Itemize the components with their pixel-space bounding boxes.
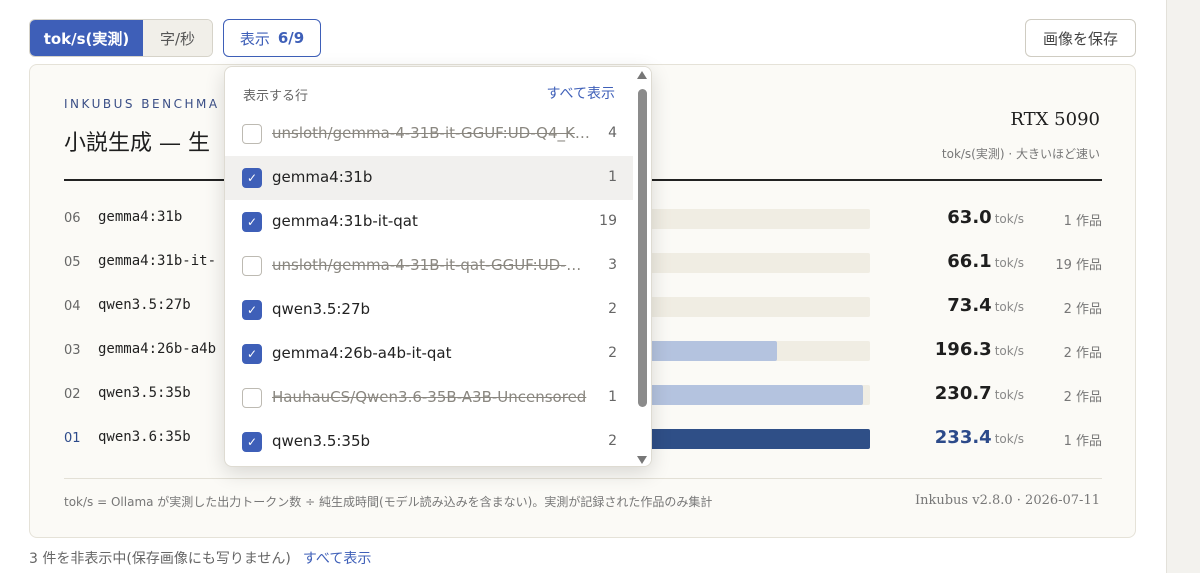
show-rows-button[interactable]: 表示 6/9 [223, 19, 321, 57]
speed-number: 233.4 [934, 427, 992, 448]
show-rows-label: 表示 [239, 29, 270, 48]
version-date: Inkubus v2.8.0 · 2026-07-11 [914, 493, 1100, 508]
row-checkbox[interactable]: ✓ [242, 300, 262, 320]
option-label: gemma4:31b [272, 168, 373, 186]
option-label: unsloth/gemma-4-31B-it-GGUF:UD-Q4_K_XL [272, 124, 592, 142]
footer-rule [64, 478, 1102, 479]
works-count: 1 作品 [1063, 434, 1102, 449]
rank-number: 03 [64, 343, 81, 358]
option-label: unsloth/gemma-4-31B-it-qat-GGUF:UD-Q4_K_… [272, 256, 592, 274]
speed-value: 233.4 tok/s [904, 427, 1024, 448]
gpu-label: RTX 5090 [1010, 109, 1100, 130]
option-count: 19 [599, 213, 617, 229]
row-checkbox[interactable] [242, 388, 262, 408]
unit-toggle: tok/s(実測) 字/秒 [29, 19, 213, 57]
scroll-up-arrow-icon[interactable] [637, 71, 647, 79]
option-count: 2 [608, 301, 617, 317]
option-count: 4 [608, 125, 617, 141]
scroll-down-arrow-icon[interactable] [637, 456, 647, 464]
unit-note: tok/s(実測) · 大きいほど速い [941, 147, 1100, 161]
rank-number: 06 [64, 211, 81, 226]
option-count: 1 [608, 389, 617, 405]
dropdown-option[interactable]: unsloth/gemma-4-31B-it-GGUF:UD-Q4_K_XL 4 [225, 112, 633, 156]
speed-unit: tok/s [994, 388, 1024, 402]
show-rows-count: 6/9 [277, 29, 305, 47]
speed-number: 73.4 [947, 295, 992, 316]
dropdown-option[interactable]: ✓ gemma4:31b-it-qat 19 [225, 200, 633, 244]
row-checkbox[interactable]: ✓ [242, 432, 262, 452]
rank-number: 04 [64, 299, 81, 314]
row-checkbox[interactable]: ✓ [242, 168, 262, 188]
option-label: qwen3.5:35b [272, 432, 371, 450]
dropdown-option[interactable]: ✓ gemma4:31b 1 [225, 156, 633, 200]
rank-number: 05 [64, 255, 81, 270]
row-checkbox[interactable] [242, 256, 262, 276]
model-name: qwen3.5:27b [98, 297, 191, 313]
dropdown-header: 表示する行 [243, 89, 309, 104]
footer-note: tok/s = Ollama が実測した出力トークン数 ÷ 純生成時間(モデル読… [64, 495, 713, 509]
rank-number: 02 [64, 387, 81, 402]
speed-unit: tok/s [994, 344, 1024, 358]
page-title: 小説生成 — 生 [64, 131, 210, 156]
speed-value: 66.1 tok/s [904, 251, 1024, 272]
benchmark-page: tok/s(実測) 字/秒 表示 6/9 画像を保存 INKUBUS BENCH… [0, 0, 1200, 573]
hidden-rows-note: 3 件を非表示中(保存画像にも写りません) すべて表示 [29, 548, 371, 568]
row-visibility-dropdown: 表示する行 すべて表示 unsloth/gemma-4-31B-it-GGUF:… [224, 66, 652, 467]
dropdown-show-all-link[interactable]: すべて表示 [547, 83, 615, 103]
rank-number: 01 [64, 431, 81, 446]
speed-number: 196.3 [934, 339, 992, 360]
speed-value: 230.7 tok/s [904, 383, 1024, 404]
speed-value: 73.4 tok/s [904, 295, 1024, 316]
chars-per-sec-button[interactable]: 字/秒 [143, 20, 212, 56]
brand-label: INKUBUS BENCHMA [64, 97, 220, 111]
save-image-button[interactable]: 画像を保存 [1025, 19, 1136, 57]
option-count: 2 [608, 345, 617, 361]
dropdown-scrollbar[interactable] [635, 67, 651, 466]
dropdown-option[interactable]: unsloth/gemma-4-31B-it-qat-GGUF:UD-Q4_K_… [225, 244, 633, 288]
option-label: qwen3.5:27b [272, 300, 371, 318]
speed-value: 63.0 tok/s [904, 207, 1024, 228]
row-checkbox[interactable]: ✓ [242, 344, 262, 364]
works-count: 1 作品 [1063, 214, 1102, 229]
model-name: gemma4:26b-a4b [98, 341, 217, 357]
option-label: gemma4:26b-a4b-it-qat [272, 344, 452, 362]
dropdown-option[interactable]: ✓ gemma4:26b-a4b-it-qat 2 [225, 332, 633, 376]
option-label: gemma4:31b-it-qat [272, 212, 418, 230]
model-name: gemma4:31b [98, 209, 183, 225]
dropdown-option[interactable]: HauhauCS/Qwen3.6-35B-A3B-Uncensored 1 [225, 376, 633, 420]
row-checkbox[interactable] [242, 124, 262, 144]
speed-value: 196.3 tok/s [904, 339, 1024, 360]
row-checkbox[interactable]: ✓ [242, 212, 262, 232]
tok-per-sec-button[interactable]: tok/s(実測) [30, 20, 143, 56]
speed-unit: tok/s [994, 300, 1024, 314]
dropdown-option[interactable]: ✓ qwen3.5:35b 2 [225, 420, 633, 464]
model-name: qwen3.5:35b [98, 385, 191, 401]
works-count: 19 作品 [1055, 258, 1102, 273]
speed-number: 230.7 [934, 383, 992, 404]
speed-unit: tok/s [994, 432, 1024, 446]
model-name: gemma4:31b-it- [98, 253, 217, 269]
hidden-rows-text: 3 件を非表示中(保存画像にも写りません) [29, 551, 291, 567]
speed-unit: tok/s [994, 212, 1024, 226]
option-count: 1 [608, 169, 617, 185]
works-count: 2 作品 [1063, 390, 1102, 405]
option-count: 3 [608, 257, 617, 273]
speed-number: 66.1 [947, 251, 992, 272]
model-name: qwen3.6:35b [98, 429, 191, 445]
works-count: 2 作品 [1063, 302, 1102, 317]
scrollbar-thumb[interactable] [638, 89, 647, 407]
option-label: HauhauCS/Qwen3.6-35B-A3B-Uncensored [272, 388, 587, 406]
dropdown-option[interactable]: ✓ qwen3.5:27b 2 [225, 288, 633, 332]
works-count: 2 作品 [1063, 346, 1102, 361]
speed-number: 63.0 [947, 207, 992, 228]
scroll-gutter [1166, 0, 1200, 573]
option-count: 2 [608, 433, 617, 449]
speed-unit: tok/s [994, 256, 1024, 270]
show-all-link[interactable]: すべて表示 [303, 551, 371, 567]
